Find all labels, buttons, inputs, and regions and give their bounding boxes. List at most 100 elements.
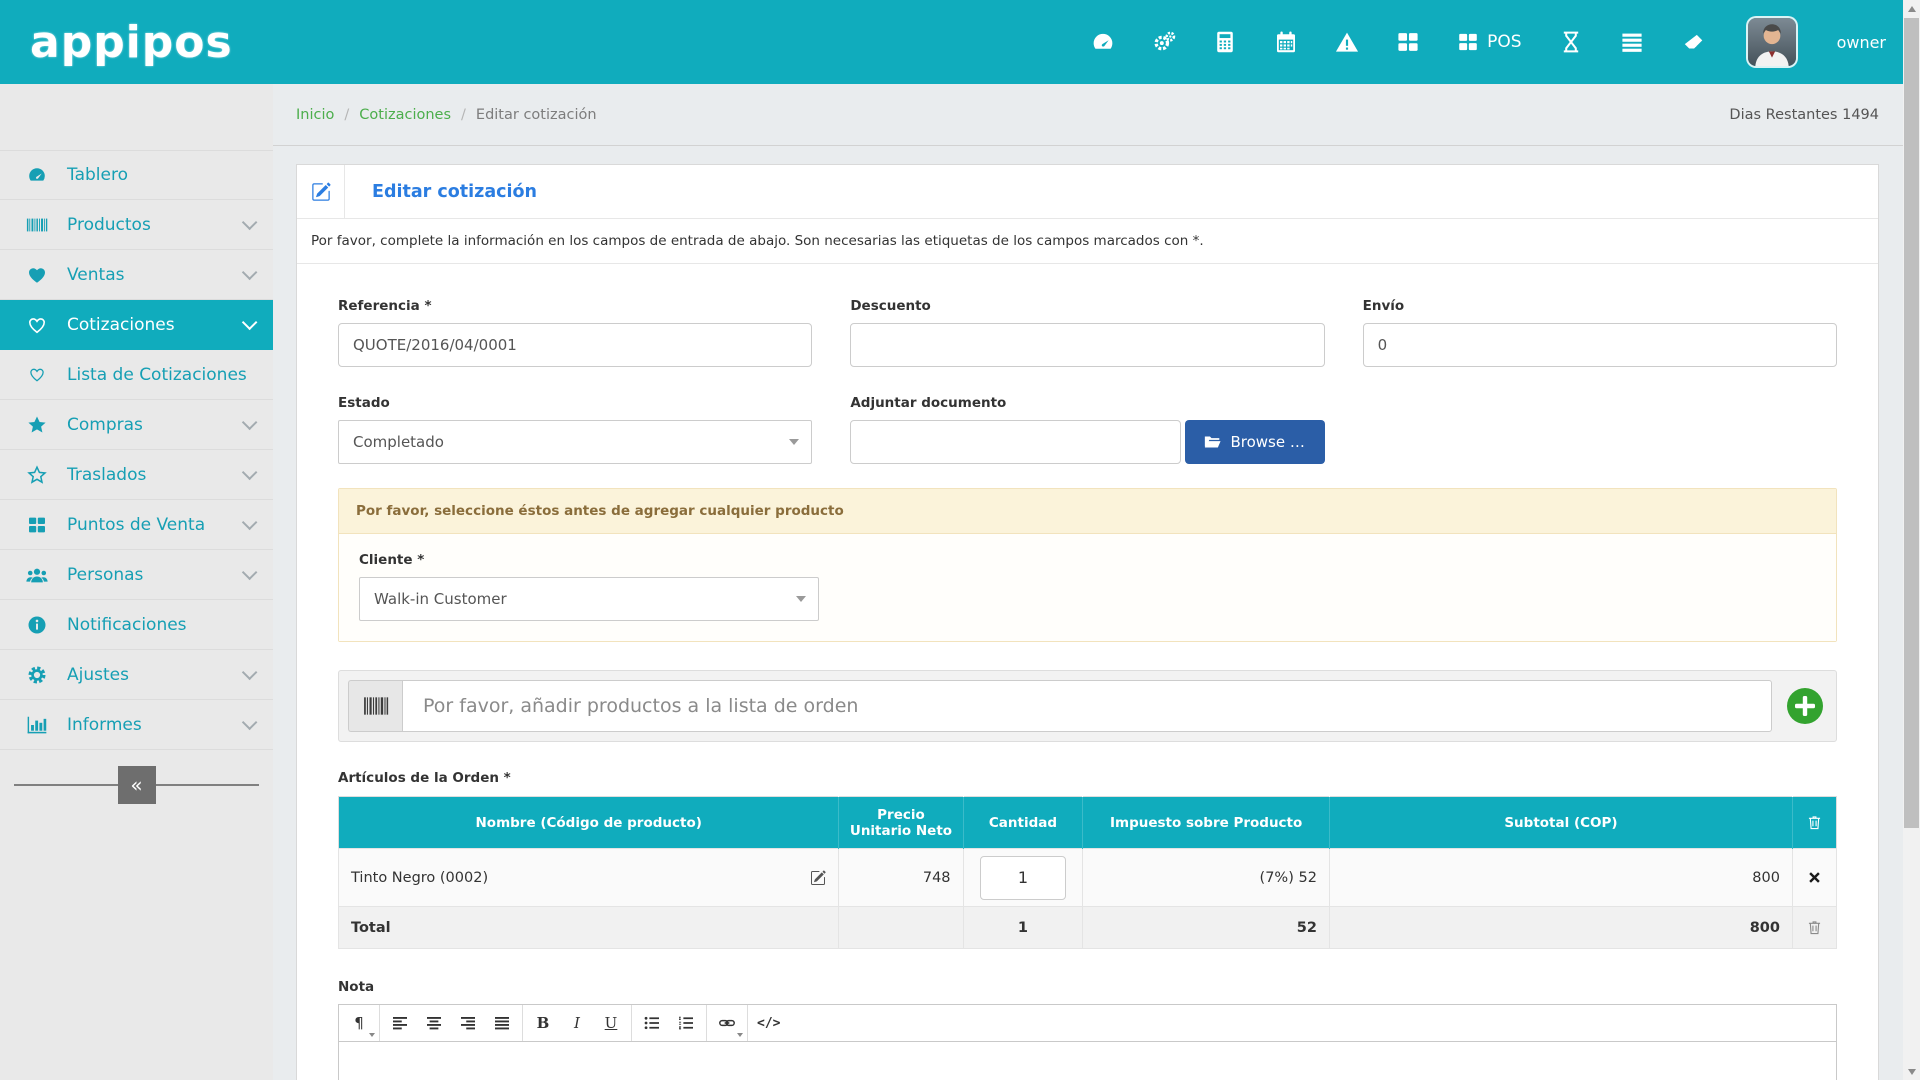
sidebar-item-ventas[interactable]: Ventas <box>0 250 273 300</box>
toolbar-group-align <box>380 1005 523 1041</box>
scrollbar-down-arrow[interactable] <box>1903 1063 1920 1080</box>
file-path-input[interactable] <box>850 420 1180 464</box>
bold-button[interactable]: B <box>526 1005 560 1041</box>
breadcrumb-separator: / <box>461 107 466 123</box>
user-menu[interactable]: owner <box>1837 33 1886 52</box>
sidebar-item-informes[interactable]: Informes <box>0 700 273 750</box>
page-title: Editar cotización <box>372 182 537 202</box>
user-avatar[interactable] <box>1748 18 1796 66</box>
sidebar-item-label: Cotizaciones <box>67 315 242 335</box>
bullet-list-button[interactable] <box>635 1005 669 1041</box>
scrollbar-thumb[interactable] <box>1904 18 1919 828</box>
page-scrollbar <box>1903 0 1920 1080</box>
align-left-button[interactable] <box>383 1005 417 1041</box>
referencia-field: Referencia * <box>338 298 812 367</box>
sidebar-item-puntos-de-venta[interactable]: Puntos de Venta <box>0 500 273 550</box>
browse-button[interactable]: Browse … <box>1185 420 1325 464</box>
note-label: Nota <box>338 979 1837 995</box>
table-total-row: Total 1 52 800 <box>339 907 1837 949</box>
sidebar-item-cotizaciones[interactable]: Cotizaciones <box>0 300 273 350</box>
cogs-icon[interactable] <box>1152 30 1176 54</box>
note-editor-content[interactable] <box>339 1042 1836 1080</box>
calendar-icon[interactable] <box>1274 30 1298 54</box>
scrollbar-up-arrow[interactable] <box>1903 0 1920 17</box>
descuento-label: Descuento <box>850 298 1324 314</box>
bar-chart-icon <box>22 715 52 735</box>
days-remaining-label: Dias Restantes 1494 <box>1729 107 1879 123</box>
breadcrumb-home[interactable]: Inicio <box>296 107 334 123</box>
estado-field: Estado Completado <box>338 395 812 464</box>
hourglass-icon[interactable] <box>1559 30 1583 54</box>
star-outline-icon <box>22 465 52 485</box>
link-icon <box>719 1016 735 1030</box>
product-search-input[interactable] <box>402 680 1772 732</box>
underline-button[interactable]: U <box>594 1005 628 1041</box>
sidebar-item-traslados[interactable]: Traslados <box>0 450 273 500</box>
code-view-button[interactable]: </> <box>751 1005 786 1041</box>
dashboard-icon[interactable] <box>1091 30 1115 54</box>
numbered-list-button[interactable] <box>669 1005 703 1041</box>
chevron-down-icon <box>242 315 258 331</box>
heart-outline-icon <box>22 315 52 335</box>
align-justify-icon <box>494 1016 510 1030</box>
chevron-down-icon <box>242 565 258 581</box>
edit-quote-panel: Editar cotización Por favor, complete la… <box>296 164 1879 1080</box>
sidebar-item-tablero[interactable]: Tablero <box>0 150 273 200</box>
heart-outline-icon <box>22 366 52 383</box>
caret-down-icon <box>796 596 806 602</box>
clear-items-button[interactable] <box>1792 797 1836 849</box>
total-subtotal: 800 <box>1329 907 1792 949</box>
edit-item-icon[interactable] <box>810 870 826 886</box>
pos-button[interactable]: POS <box>1457 31 1521 53</box>
envio-field: Envío <box>1363 298 1837 367</box>
sidebar-item-label: Lista de Cotizaciones <box>67 365 253 385</box>
descuento-input[interactable] <box>850 323 1324 367</box>
panel-header: Editar cotización <box>297 165 1878 219</box>
sidebar-collapse-row: « <box>14 766 259 804</box>
list-icon[interactable] <box>1620 30 1644 54</box>
sidebar-item-notificaciones[interactable]: Notificaciones <box>0 600 273 650</box>
italic-button[interactable]: I <box>560 1005 594 1041</box>
insert-link-button[interactable] <box>710 1005 744 1041</box>
eraser-icon[interactable] <box>1681 30 1705 54</box>
referencia-input[interactable] <box>338 323 812 367</box>
align-center-button[interactable] <box>417 1005 451 1041</box>
clear-all-button[interactable] <box>1792 907 1836 949</box>
sidebar-item-label: Traslados <box>67 465 242 485</box>
apps-grid-icon[interactable] <box>1396 30 1420 54</box>
calculator-icon[interactable] <box>1213 30 1237 54</box>
gear-icon <box>22 665 52 685</box>
heart-icon <box>22 265 52 285</box>
estado-select[interactable]: Completado <box>338 420 812 464</box>
sidebar-item-personas[interactable]: Personas <box>0 550 273 600</box>
align-right-button[interactable] <box>451 1005 485 1041</box>
order-item-row: Tinto Negro (0002) 748 (7%) 52 <box>339 849 1837 907</box>
sidebar: Tablero Productos Ventas Cotizaciones <box>0 84 273 1080</box>
chevron-down-icon <box>242 515 258 531</box>
adjuntar-field: Adjuntar documento Browse … <box>850 395 1324 464</box>
item-name-cell: Tinto Negro (0002) <box>339 849 839 907</box>
align-left-icon <box>392 1016 408 1030</box>
estado-selected-value: Completado <box>353 433 444 451</box>
envio-input[interactable] <box>1363 323 1837 367</box>
app-logo[interactable]: appipos <box>30 17 233 68</box>
sidebar-item-compras[interactable]: Compras <box>0 400 273 450</box>
browse-button-label: Browse … <box>1230 433 1304 451</box>
sidebar-item-lista-de-cotizaciones[interactable]: Lista de Cotizaciones <box>0 350 273 400</box>
bullet-list-icon <box>644 1016 660 1030</box>
item-qty-input[interactable] <box>980 856 1066 900</box>
col-qty: Cantidad <box>963 797 1083 849</box>
breadcrumb-cotizaciones[interactable]: Cotizaciones <box>359 107 451 123</box>
paragraph-format-button[interactable]: ¶ <box>342 1005 376 1041</box>
add-product-button[interactable] <box>1786 687 1824 725</box>
info-circle-icon <box>22 615 52 635</box>
warning-icon[interactable] <box>1335 30 1359 54</box>
sidebar-item-productos[interactable]: Productos <box>0 200 273 250</box>
cliente-select[interactable]: Walk-in Customer <box>359 577 819 621</box>
sidebar-collapse-button[interactable]: « <box>118 766 156 804</box>
chevron-down-icon <box>242 215 258 231</box>
sidebar-item-ajustes[interactable]: Ajustes <box>0 650 273 700</box>
remove-item-button[interactable] <box>1805 868 1824 887</box>
align-justify-button[interactable] <box>485 1005 519 1041</box>
estado-label: Estado <box>338 395 812 411</box>
